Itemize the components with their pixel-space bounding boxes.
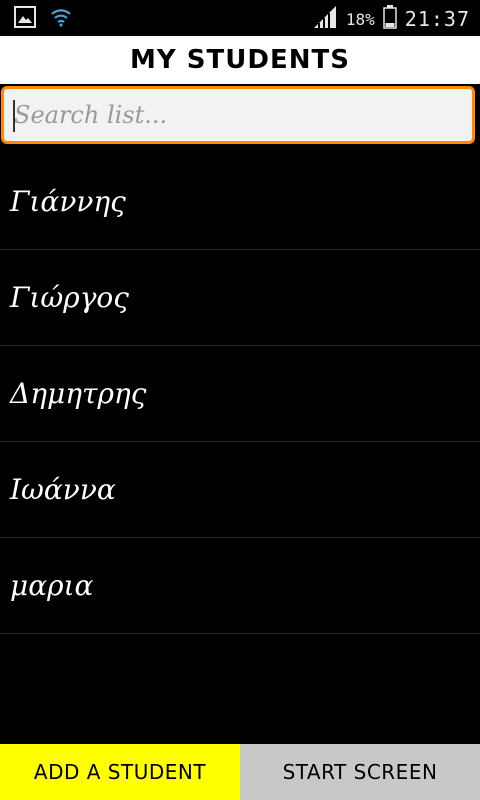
add-student-button[interactable]: ADD A STUDENT — [0, 744, 240, 800]
battery-percent: 18% — [345, 9, 375, 29]
list-item[interactable]: Γιάννης — [0, 154, 480, 250]
start-screen-button[interactable]: START SCREEN — [240, 744, 480, 800]
bottom-bar: ADD A STUDENT START SCREEN — [0, 744, 480, 800]
list-item[interactable]: Δημητρης — [0, 346, 480, 442]
search-box[interactable] — [1, 86, 475, 144]
status-right: 18% 21:37 — [312, 4, 470, 34]
list-item[interactable]: Γιώργος — [0, 250, 480, 346]
student-name: Δημητρης — [10, 377, 147, 410]
clock: 21:37 — [404, 7, 470, 31]
status-bar: 18% 21:37 — [0, 0, 480, 36]
search-input[interactable] — [4, 89, 472, 141]
battery-icon — [383, 5, 397, 33]
wifi-icon — [50, 6, 72, 32]
student-name: Γιώργος — [10, 281, 129, 314]
signal-icon — [312, 4, 338, 34]
search-container — [0, 84, 480, 150]
gallery-icon — [14, 6, 36, 32]
student-name: Ιωάννα — [10, 473, 116, 506]
list-item[interactable]: μαρια — [0, 538, 480, 634]
text-cursor — [13, 100, 15, 132]
status-left — [14, 6, 72, 32]
list-item[interactable]: Ιωάννα — [0, 442, 480, 538]
student-name: μαρια — [10, 569, 94, 602]
page-title: MY STUDENTS — [130, 45, 350, 75]
student-list: Γιάννης Γιώργος Δημητρης Ιωάννα μαρια — [0, 154, 480, 634]
app-root: 18% 21:37 MY STUDENTS Γιάννης Γιώργος — [0, 0, 480, 800]
title-bar: MY STUDENTS — [0, 36, 480, 84]
student-name: Γιάννης — [10, 185, 126, 218]
